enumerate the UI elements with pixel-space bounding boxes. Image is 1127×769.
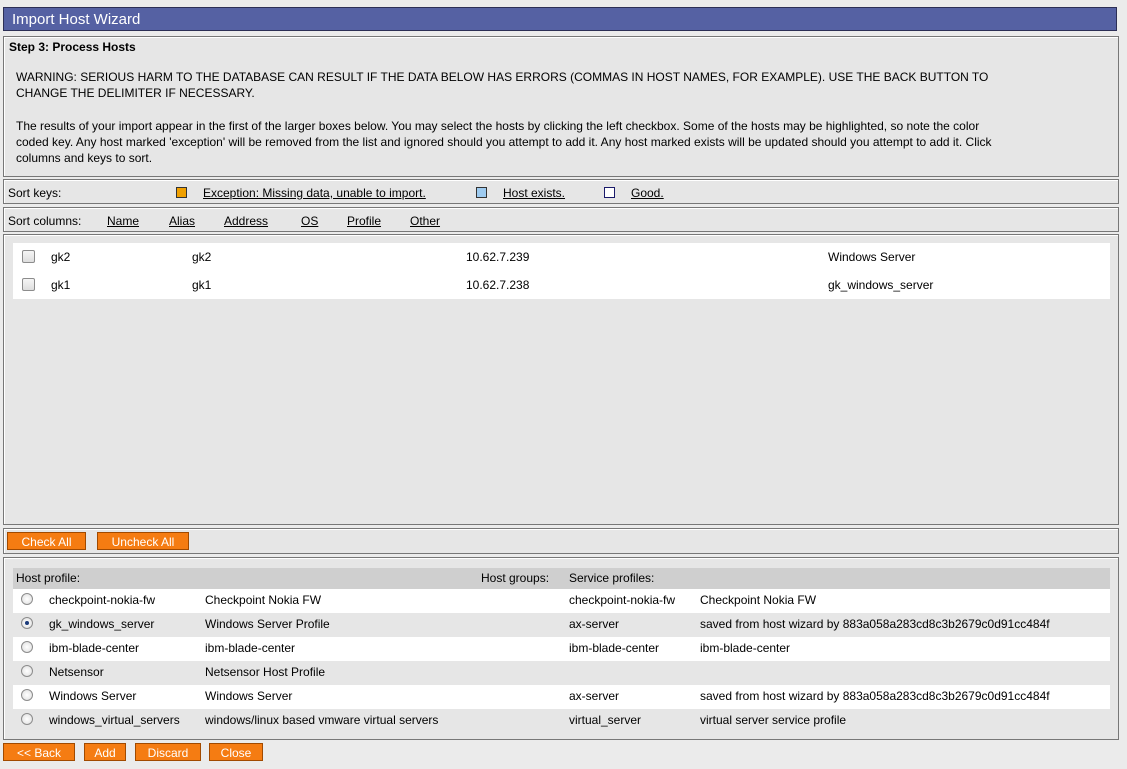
sort-keys-label: Sort keys: [8,186,62,200]
sort-columns-panel: Sort columns: Name Alias Address OS Prof… [3,207,1119,232]
service-profile-name: virtual_server [569,713,642,727]
profile-description: Windows Server Profile [205,617,330,631]
service-profile-name: ax-server [569,617,620,631]
check-buttons-panel: Check All Uncheck All [3,528,1119,554]
host-address: 10.62.7.238 [466,278,530,292]
service-profile-description: saved from host wizard by 883a058a283cd8… [700,689,1050,703]
profile-radio[interactable] [21,617,33,629]
host-row: gk2 gk2 10.62.7.239 Windows Server [13,243,1110,271]
sort-column-alias[interactable]: Alias [169,214,195,228]
host-name: gk2 [51,250,71,264]
profile-description: Netsensor Host Profile [205,665,326,679]
profile-row: Netsensor Netsensor Host Profile [13,661,1110,685]
host-address: 10.62.7.239 [466,250,530,264]
host-alias: gk1 [192,278,212,292]
host-profile: Windows Server [828,250,916,264]
host-list-panel: gk2 gk2 10.62.7.239 Windows Server gk1 g… [3,234,1119,525]
service-profile-name: ax-server [569,689,620,703]
service-profile-description: virtual server service profile [700,713,847,727]
check-all-button[interactable]: Check All [7,532,86,550]
sort-columns-label: Sort columns: [8,214,82,228]
sort-column-other[interactable]: Other [410,214,440,228]
profile-name: Netsensor [49,665,104,679]
profiles-header: Host profile: Host groups: Service profi… [13,568,1110,589]
profile-row: checkpoint-nokia-fw Checkpoint Nokia FW … [13,589,1110,613]
exists-color-swatch [476,187,487,198]
host-row: gk1 gk1 10.62.7.238 gk_windows_server [13,271,1110,299]
sort-column-profile[interactable]: Profile [347,214,381,228]
info-line: columns and keys to sort. [16,151,153,165]
profile-row: gk_windows_server Windows Server Profile… [13,613,1110,637]
profile-name: Windows Server [49,689,137,703]
good-color-swatch [604,187,615,198]
profile-row: ibm-blade-center ibm-blade-center ibm-bl… [13,637,1110,661]
profile-description: ibm-blade-center [205,641,296,655]
profile-row: Windows Server Windows Server ax-server … [13,685,1110,709]
profiles-panel: Host profile: Host groups: Service profi… [3,557,1119,740]
profile-description: Windows Server [205,689,293,703]
close-button[interactable]: Close [209,743,263,761]
exception-color-swatch [176,187,187,198]
host-profile: gk_windows_server [828,278,934,292]
sort-column-os[interactable]: OS [301,214,318,228]
host-name: gk1 [51,278,71,292]
service-profile-description: Checkpoint Nokia FW [700,593,817,607]
profile-radio[interactable] [21,713,33,725]
profile-name: checkpoint-nokia-fw [49,593,156,607]
info-line: coded key. Any host marked 'exception' w… [16,135,992,149]
info-line: The results of your import appear in the… [16,119,980,133]
sort-column-name[interactable]: Name [107,214,139,228]
profile-radio[interactable] [21,593,33,605]
instructions-panel: Step 3: Process Hosts WARNING: SERIOUS H… [3,36,1119,177]
profile-radio[interactable] [21,689,33,701]
discard-button[interactable]: Discard [135,743,201,761]
warning-text: WARNING: SERIOUS HARM TO THE DATABASE CA… [16,69,1106,101]
profile-name: gk_windows_server [49,617,155,631]
uncheck-all-button[interactable]: Uncheck All [97,532,189,550]
sort-key-exists[interactable]: Host exists. [503,186,565,200]
host-list: gk2 gk2 10.62.7.239 Windows Server gk1 g… [13,243,1110,299]
info-text: The results of your import appear in the… [16,118,1106,166]
window-title: Import Host Wizard [3,7,1117,31]
service-profile-name: checkpoint-nokia-fw [569,593,676,607]
profile-radio[interactable] [21,641,33,653]
service-profiles-header: Service profiles: [569,571,655,585]
profile-name: ibm-blade-center [49,641,140,655]
sort-key-exception[interactable]: Exception: Missing data, unable to impor… [203,186,426,200]
step-title: Step 3: Process Hosts [9,40,136,54]
host-alias: gk2 [192,250,212,264]
warning-line: CHANGE THE DELIMITER IF NECESSARY. [16,86,255,100]
back-button[interactable]: << Back [3,743,75,761]
profile-radio[interactable] [21,665,33,677]
host-checkbox[interactable] [22,250,35,263]
host-groups-header: Host groups: [481,571,550,585]
add-button[interactable]: Add [84,743,126,761]
sort-key-good[interactable]: Good. [631,186,664,200]
profile-description: windows/linux based vmware virtual serve… [205,713,439,727]
host-profile-header: Host profile: [16,571,81,585]
warning-line: WARNING: SERIOUS HARM TO THE DATABASE CA… [16,70,989,84]
profile-description: Checkpoint Nokia FW [205,593,322,607]
sort-column-address[interactable]: Address [224,214,268,228]
service-profile-description: ibm-blade-center [700,641,791,655]
sort-keys-panel: Sort keys: Exception: Missing data, unab… [3,179,1119,204]
profile-name: windows_virtual_servers [49,713,180,727]
profile-row: windows_virtual_servers windows/linux ba… [13,709,1110,733]
host-checkbox[interactable] [22,278,35,291]
service-profile-description: saved from host wizard by 883a058a283cd8… [700,617,1050,631]
service-profile-name: ibm-blade-center [569,641,660,655]
